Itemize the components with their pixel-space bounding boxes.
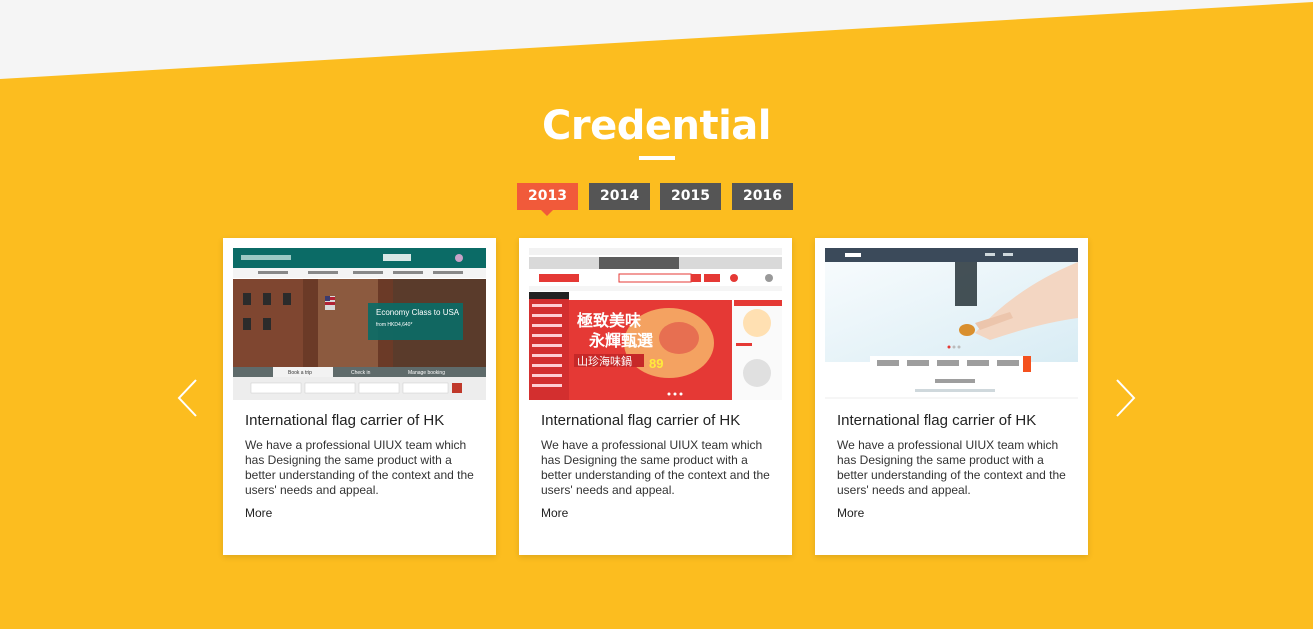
banner-headline: 極致美味 [576, 311, 641, 330]
tab-year-2016[interactable]: 2016 [732, 183, 793, 210]
banner-price: 89 [649, 356, 663, 371]
promo-subtext: from HKD4,640* [376, 322, 412, 328]
food-brand-site-preview [825, 248, 1078, 400]
card-title: International flag carrier of HK [541, 412, 741, 429]
card-thumbnail-airline[interactable]: Economy Class to USA from HKD4,640* Book… [233, 248, 486, 400]
top-diagonal-band [0, 0, 1313, 79]
svg-text:Check in: Check in [351, 370, 371, 376]
card-more-link[interactable]: More [837, 506, 864, 520]
card-thumbnail-food-brand[interactable] [825, 248, 1078, 400]
section-title: Credential [542, 103, 771, 149]
card-title: International flag carrier of HK [245, 412, 445, 429]
svg-text:Book a trip: Book a trip [288, 370, 312, 376]
credential-card-2: 極致美味 永輝甄選 山珍海味鍋 89 International flag ca… [519, 238, 792, 555]
card-description: We have a professional UIUX team which h… [541, 438, 770, 497]
title-underline [639, 156, 675, 160]
card-title: International flag carrier of HK [837, 412, 1037, 429]
card-description: We have a professional UIUX team which h… [245, 438, 474, 497]
credential-card-3: International flag carrier of HK We have… [815, 238, 1088, 555]
chevron-right-icon[interactable] [1113, 378, 1137, 418]
promo-text: Economy Class to USA [376, 308, 460, 317]
chevron-left-icon[interactable] [176, 378, 200, 418]
svg-text:Manage booking: Manage booking [408, 370, 445, 376]
card-thumbnail-supermarket[interactable]: 極致美味 永輝甄選 山珍海味鍋 89 [529, 248, 782, 400]
tab-year-2013[interactable]: 2013 [517, 183, 578, 216]
credential-card-1: Economy Class to USA from HKD4,640* Book… [223, 238, 496, 555]
tab-year-2014[interactable]: 2014 [589, 183, 650, 210]
banner-subtitle: 山珍海味鍋 [577, 354, 632, 368]
tab-year-2015[interactable]: 2015 [660, 183, 721, 210]
card-more-link[interactable]: More [541, 506, 568, 520]
card-description: We have a professional UIUX team which h… [837, 438, 1066, 497]
supermarket-site-preview: 極致美味 永輝甄選 山珍海味鍋 89 [529, 248, 782, 400]
banner-headline-2: 永輝甄選 [588, 331, 653, 350]
card-more-link[interactable]: More [245, 506, 272, 520]
airline-site-preview: Economy Class to USA from HKD4,640* Book… [233, 248, 486, 400]
